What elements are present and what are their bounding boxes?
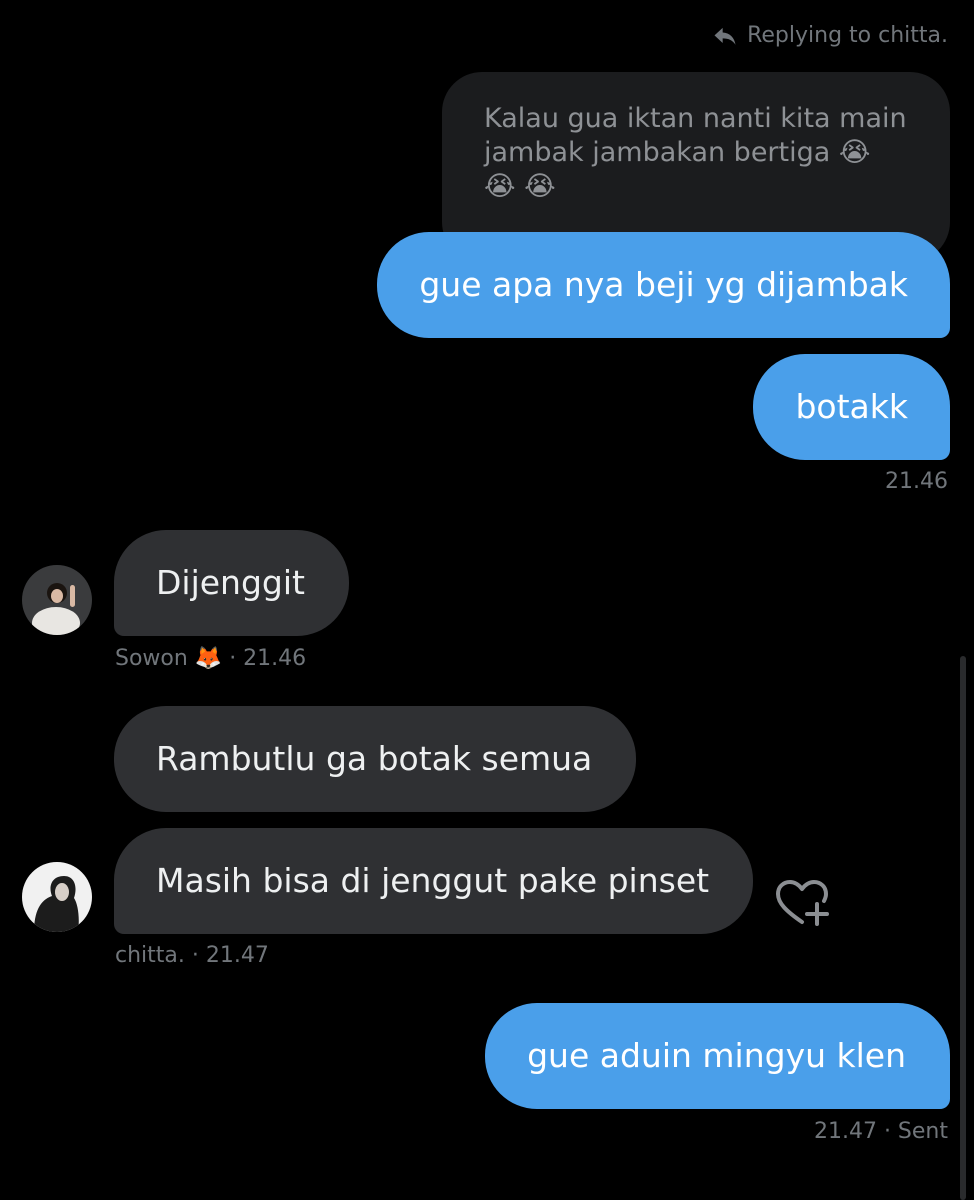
reply-arrow-icon [711,22,739,50]
message-text: Rambutlu ga botak semua [156,739,593,778]
avatar-chitta[interactable] [22,862,92,932]
avatar-sowon[interactable] [22,565,92,635]
message-bubble-incoming[interactable]: Masih bisa di jenggut pake pinset [114,828,754,934]
message-text: Dijenggit [156,563,305,602]
message-text: gue apa nya beji yg dijambak [419,265,908,304]
message-text: Masih bisa di jenggut pake pinset [156,861,710,900]
message-status: 21.47 · Sent [813,1119,948,1144]
message-bubble-outgoing[interactable]: botakk [753,354,950,460]
message-text: botakk [795,387,908,426]
replying-to-label[interactable]: Replying to chitta. [711,18,948,54]
replying-to-text: Replying to chitta. [747,23,948,48]
message-text: gue aduin mingyu klen [527,1036,906,1075]
message-bubble-incoming[interactable]: Rambutlu ga botak semua [114,706,637,812]
quoted-message-text: Kalau gua iktan nanti kita main jambak j… [484,103,907,202]
message-timestamp: 21.46 [885,469,948,494]
message-sender-meta: chitta. · 21.47 [115,943,269,968]
heart-plus-icon[interactable] [772,878,832,928]
message-bubble-incoming[interactable]: Dijenggit [114,530,349,636]
message-bubble-outgoing[interactable]: gue aduin mingyu klen [485,1003,950,1109]
message-sender-meta: Sowon 🦊 · 21.46 [115,646,307,671]
scrollbar[interactable] [960,656,966,1200]
message-bubble-outgoing[interactable]: gue apa nya beji yg dijambak [377,232,950,338]
